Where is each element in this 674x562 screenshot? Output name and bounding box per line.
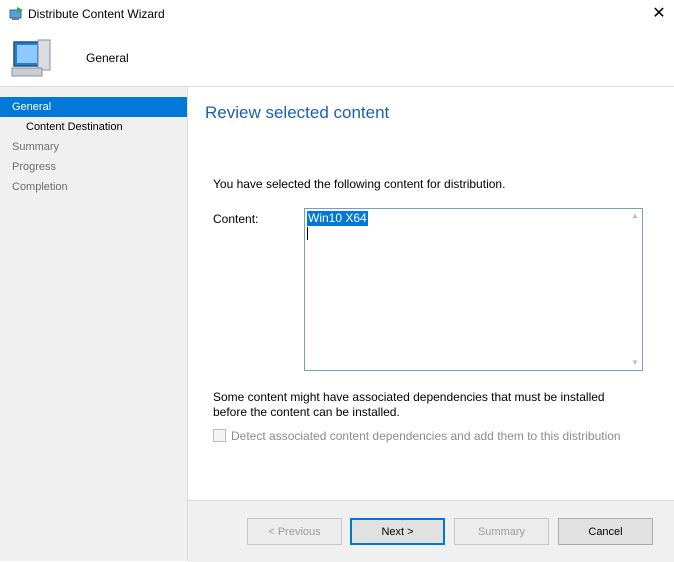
page-title: Review selected content <box>205 103 390 122</box>
content-listbox[interactable]: Win10 X64 ▲ ▼ <box>304 208 643 371</box>
wizard-sidebar: General Content Destination Summary Prog… <box>0 87 188 561</box>
dependency-checkbox-label: Detect associated content dependencies a… <box>231 429 621 443</box>
scroll-down-icon[interactable]: ▼ <box>628 356 642 370</box>
dependency-note: Some content might have associated depen… <box>213 390 605 419</box>
previous-button[interactable]: < Previous <box>247 518 342 545</box>
content-label: Content: <box>213 212 259 226</box>
sidebar-item-progress[interactable]: Progress <box>0 157 187 177</box>
sidebar-item-general[interactable]: General <box>0 97 187 117</box>
computer-icon <box>11 39 51 77</box>
scroll-up-icon[interactable]: ▲ <box>628 209 642 223</box>
close-icon[interactable]: ✕ <box>644 0 674 28</box>
listbox-scrollbar[interactable]: ▲ ▼ <box>628 209 642 370</box>
dependency-checkbox-row[interactable]: Detect associated content dependencies a… <box>213 429 621 443</box>
intro-text: You have selected the following content … <box>213 177 506 191</box>
sidebar-item-content-destination[interactable]: Content Destination <box>0 117 187 137</box>
button-bar: < Previous Next > Summary Cancel <box>188 500 674 562</box>
wizard-icon <box>9 7 23 20</box>
next-button[interactable]: Next > <box>350 518 445 545</box>
wizard-header: General <box>0 28 674 87</box>
sidebar-item-completion[interactable]: Completion <box>0 177 187 197</box>
content-item[interactable]: Win10 X64 <box>307 211 368 226</box>
title-bar: Distribute Content Wizard ✕ <box>0 0 674 28</box>
header-page-name: General <box>86 51 129 65</box>
cancel-button[interactable]: Cancel <box>558 518 653 545</box>
window-title: Distribute Content Wizard <box>28 7 165 21</box>
sidebar-item-summary[interactable]: Summary <box>0 137 187 157</box>
text-caret <box>307 227 308 240</box>
main-panel: Review selected content You have selecte… <box>188 87 674 500</box>
dependency-checkbox[interactable] <box>213 429 226 442</box>
summary-button[interactable]: Summary <box>454 518 549 545</box>
